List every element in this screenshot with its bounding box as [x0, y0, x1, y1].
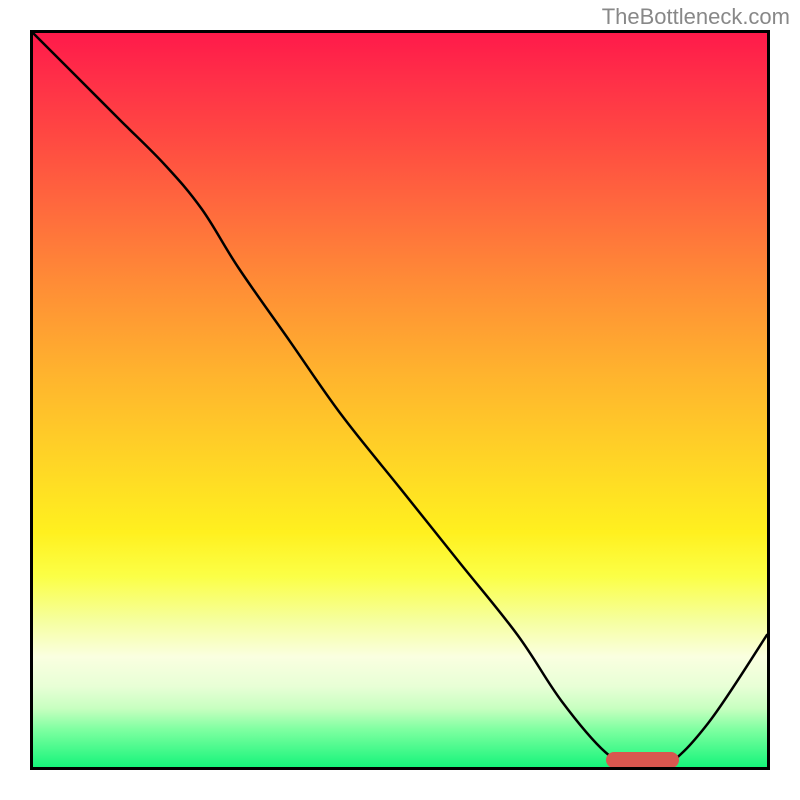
bottleneck-curve — [33, 33, 767, 767]
plot-area — [30, 30, 770, 770]
curve-svg — [33, 33, 767, 767]
optimal-range-marker — [606, 752, 679, 768]
attribution-text: TheBottleneck.com — [602, 4, 790, 30]
